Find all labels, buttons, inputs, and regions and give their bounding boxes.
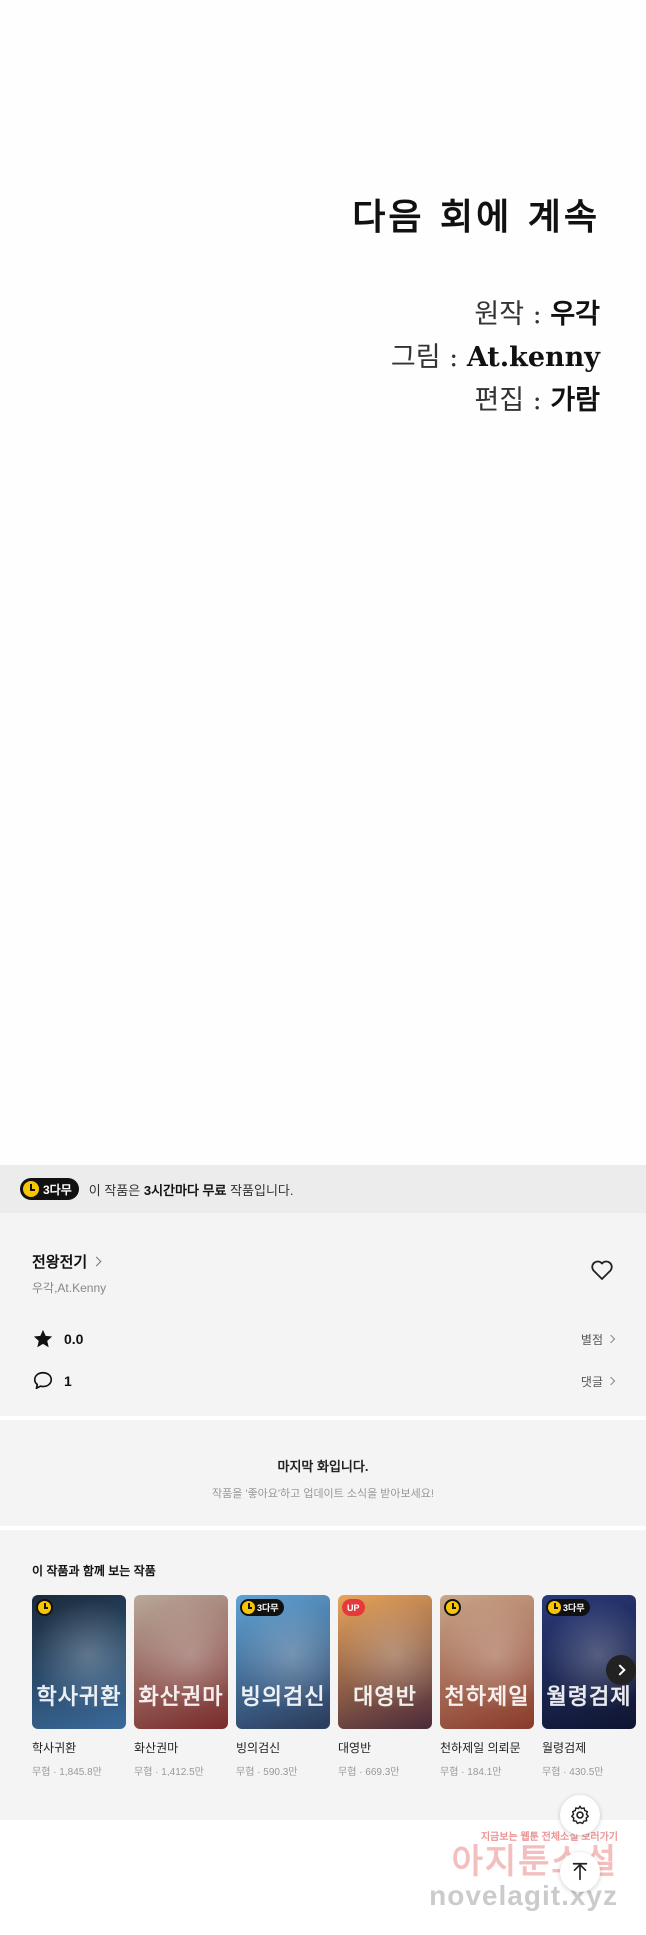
- recommendation-meta: 무협 · 669.3만: [338, 1767, 400, 1778]
- clock-icon: [23, 1181, 39, 1197]
- continue-text: 다음 회에 계속: [352, 196, 600, 238]
- recommendation-card[interactable]: 학사귀환 학사귀환 무협 · 1,845.8만: [32, 1595, 126, 1778]
- rating-link[interactable]: 별점: [581, 1331, 616, 1348]
- cover-title-art: 대영반: [353, 1684, 417, 1710]
- chevron-right-icon: [606, 1376, 616, 1386]
- cover-image[interactable]: 학사귀환: [32, 1595, 126, 1729]
- comment-row: 1 댓글: [32, 1368, 616, 1394]
- series-info: 전왕전기 우각,At.Kenny 0.0 별점 1 댓글: [0, 1213, 646, 1416]
- last-episode-notice: 마지막 화입니다. 작품을 '좋아요'하고 업데이트 소식을 받아보세요!: [0, 1420, 646, 1526]
- recommendation-meta: 무협 · 430.5만: [542, 1767, 604, 1778]
- free-banner-text: 이 작품은 3시간마다 무료 작품입니다.: [88, 1182, 294, 1198]
- episode-artwork: 다음 회에 계속 원작 : 우각 그림 : At.kenny 편집 : 가람: [0, 0, 646, 1165]
- arrow-up-icon: [572, 1862, 588, 1881]
- clock-icon: [548, 1601, 561, 1614]
- recommendations-title: 이 작품과 함께 보는 작품: [32, 1564, 156, 1578]
- credit-art: 그림 : At.kenny: [390, 342, 600, 373]
- comment-bubble-icon: [33, 1371, 53, 1390]
- cover-title-art: 화산권마: [138, 1684, 224, 1710]
- comment-link[interactable]: 댓글: [581, 1373, 616, 1390]
- recommendation-card[interactable]: 화산권마 화산권마 무협 · 1,412.5만: [134, 1595, 228, 1778]
- up-badge: UP: [342, 1599, 365, 1616]
- last-episode-subtitle: 작품을 '좋아요'하고 업데이트 소식을 받아보세요!: [212, 1488, 434, 1500]
- cover-title-art: 학사귀환: [36, 1684, 122, 1710]
- last-episode-title: 마지막 화입니다.: [277, 1459, 369, 1474]
- cover-image[interactable]: 대영반 UP: [338, 1595, 432, 1729]
- recommendation-list: 학사귀환 학사귀환 무협 · 1,845.8만 화산권마 화산권마 무협 · 1,412.…: [32, 1595, 636, 1778]
- wait-free-badge: [444, 1599, 461, 1616]
- series-title-link[interactable]: 전왕전기: [32, 1251, 102, 1272]
- cover-image[interactable]: 천하제일: [440, 1595, 534, 1729]
- recommendation-title: 빙의검신: [236, 1741, 281, 1755]
- three-hour-free-badge: 3다무: [546, 1599, 590, 1616]
- heart-icon[interactable]: [590, 1259, 614, 1281]
- three-hour-free-badge: 3다무: [240, 1599, 284, 1616]
- chevron-right-icon: [613, 1664, 626, 1676]
- next-button[interactable]: [606, 1655, 636, 1685]
- rating-row: 0.0 별점: [32, 1326, 616, 1352]
- cover-image[interactable]: 화산권마: [134, 1595, 228, 1729]
- clock-icon: [446, 1601, 459, 1614]
- wait-free-badge: [36, 1599, 53, 1616]
- recommendation-meta: 무협 · 1,412.5만: [134, 1767, 204, 1778]
- cover-image[interactable]: 빙의검신 3다무: [236, 1595, 330, 1729]
- cover-title-art: 천하제일: [444, 1684, 530, 1710]
- three-hour-free-badge: 3다무: [20, 1178, 79, 1200]
- chevron-right-icon: [91, 1256, 102, 1267]
- recommendation-title: 대영반: [338, 1741, 372, 1755]
- recommendation-title: 화산권마: [134, 1741, 179, 1755]
- rating-value: 0.0: [64, 1331, 84, 1347]
- credit-editor: 편집 : 가람: [474, 385, 600, 416]
- recommendation-meta: 무협 · 184.1만: [440, 1767, 502, 1778]
- recommendation-title: 학사귀환: [32, 1741, 77, 1755]
- recommendation-card[interactable]: 천하제일천하제일 의뢰문무협 · 184.1만: [440, 1595, 534, 1778]
- cover-title-art: 빙의검신: [240, 1684, 326, 1710]
- clock-icon: [38, 1601, 51, 1614]
- star-icon: [33, 1329, 53, 1348]
- free-banner: 3다무 이 작품은 3시간마다 무료 작품입니다.: [0, 1165, 646, 1213]
- chevron-right-icon: [606, 1334, 616, 1344]
- recommendation-title: 천하제일 의뢰문: [440, 1741, 521, 1755]
- scroll-top-button[interactable]: [560, 1852, 600, 1892]
- settings-button[interactable]: [560, 1795, 600, 1835]
- gear-icon: [571, 1805, 589, 1825]
- recommendation-card[interactable]: 대영반 UP 대영반무협 · 669.3만: [338, 1595, 432, 1778]
- recommendation-meta: 무협 · 590.3만: [236, 1767, 298, 1778]
- recommendations-section: 이 작품과 함께 보는 작품 학사귀환 학사귀환 무협 · 1,845.8만 화산권마…: [0, 1530, 646, 1820]
- recommendation-title: 월령검제: [542, 1741, 587, 1755]
- recommendation-card[interactable]: 빙의검신 3다무빙의검신무협 · 590.3만: [236, 1595, 330, 1778]
- series-authors: 우각,At.Kenny: [32, 1281, 107, 1295]
- clock-icon: [242, 1601, 255, 1614]
- recommendation-meta: 무협 · 1,845.8만: [32, 1767, 102, 1778]
- credit-original: 원작 : 우각: [474, 299, 600, 330]
- comment-count: 1: [64, 1373, 72, 1389]
- recommendation-card[interactable]: 월령검제 3다무 월령검제 무협 · 430.5만: [542, 1595, 636, 1778]
